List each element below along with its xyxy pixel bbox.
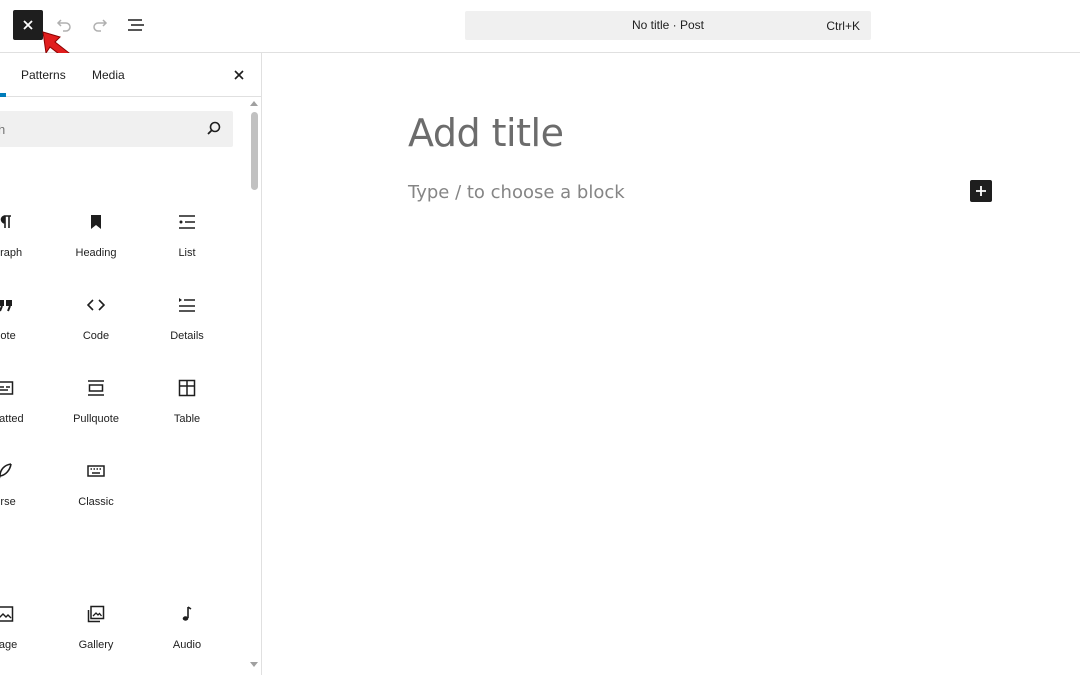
block-heading[interactable]: Heading bbox=[51, 207, 141, 277]
audio-icon bbox=[182, 606, 192, 621]
search-input[interactable] bbox=[0, 111, 200, 147]
block-gallery[interactable]: Gallery bbox=[51, 599, 141, 669]
pullquote-icon bbox=[88, 380, 104, 396]
table-icon bbox=[178, 379, 196, 397]
inserter-tabs: Patterns Media bbox=[0, 53, 261, 97]
command-shortcut: Ctrl+K bbox=[826, 19, 860, 33]
block-label: rmatted bbox=[0, 413, 24, 425]
scroll-down-icon[interactable] bbox=[250, 662, 258, 667]
active-tab-indicator bbox=[0, 93, 6, 97]
block-preformatted[interactable]: rmatted bbox=[0, 373, 50, 443]
block-label: Gallery bbox=[78, 639, 114, 651]
close-icon bbox=[23, 20, 33, 30]
preformatted-icon bbox=[0, 381, 14, 395]
quote-icon bbox=[0, 300, 12, 312]
editor-canvas: Add title Type / to choose a block bbox=[262, 53, 1080, 675]
block-label: Details bbox=[170, 330, 204, 342]
details-icon bbox=[179, 298, 195, 312]
command-bar[interactable]: No title · Post Ctrl+K bbox=[465, 11, 871, 40]
block-label: agraph bbox=[0, 247, 23, 259]
gallery-icon bbox=[87, 605, 105, 623]
block-pullquote[interactable]: Pullquote bbox=[51, 373, 141, 443]
add-block-button[interactable] bbox=[970, 180, 992, 202]
block-label: Heading bbox=[75, 247, 117, 259]
block-code[interactable]: Code bbox=[51, 290, 141, 360]
block-audio[interactable]: Audio bbox=[142, 599, 232, 669]
block-table[interactable]: Table bbox=[142, 373, 232, 443]
block-quote[interactable]: uote bbox=[0, 290, 50, 360]
block-classic[interactable]: Classic bbox=[51, 456, 141, 526]
block-label: Pullquote bbox=[73, 413, 119, 425]
close-icon bbox=[234, 70, 244, 80]
block-search[interactable] bbox=[0, 111, 233, 147]
close-inserter-button[interactable] bbox=[13, 10, 43, 40]
block-paragraph[interactable]: agraph bbox=[0, 207, 50, 277]
document-title: No title · Post bbox=[631, 18, 705, 32]
block-label: Table bbox=[173, 413, 201, 425]
document-overview-button[interactable] bbox=[124, 13, 148, 37]
scroll-thumb[interactable] bbox=[251, 112, 258, 190]
list-view-icon bbox=[128, 19, 144, 31]
tab-patterns[interactable]: Patterns bbox=[21, 68, 66, 82]
block-label: Audio bbox=[172, 639, 202, 651]
verse-icon bbox=[0, 463, 12, 479]
redo-icon bbox=[93, 19, 108, 32]
list-icon bbox=[179, 215, 195, 229]
post-title-input[interactable]: Add title bbox=[408, 111, 564, 155]
block-label: List bbox=[178, 247, 196, 259]
block-list[interactable]: List bbox=[142, 207, 232, 277]
redo-button[interactable] bbox=[88, 13, 112, 37]
code-icon bbox=[87, 299, 105, 311]
block-label: Code bbox=[82, 330, 110, 342]
block-label: erse bbox=[0, 496, 16, 508]
paragraph-icon bbox=[0, 215, 11, 228]
block-placeholder[interactable]: Type / to choose a block bbox=[408, 182, 625, 203]
block-label: nage bbox=[0, 639, 18, 651]
heading-icon bbox=[91, 215, 101, 229]
panel-scrollbar[interactable] bbox=[249, 97, 261, 675]
block-verse[interactable]: erse bbox=[0, 456, 50, 526]
block-image[interactable]: nage bbox=[0, 599, 50, 669]
scroll-up-icon[interactable] bbox=[250, 101, 258, 106]
block-details[interactable]: Details bbox=[142, 290, 232, 360]
close-panel-button[interactable] bbox=[229, 65, 249, 85]
block-inserter-panel: Patterns Media agraph Heading List uote … bbox=[0, 53, 262, 675]
tab-media[interactable]: Media bbox=[92, 68, 125, 82]
search-icon bbox=[207, 121, 221, 135]
block-label: uote bbox=[0, 330, 16, 342]
editor-header: No title · Post Ctrl+K bbox=[0, 0, 1080, 66]
image-icon bbox=[0, 606, 14, 622]
classic-icon bbox=[87, 465, 105, 477]
block-label: Classic bbox=[78, 496, 114, 508]
plus-icon bbox=[976, 186, 986, 196]
